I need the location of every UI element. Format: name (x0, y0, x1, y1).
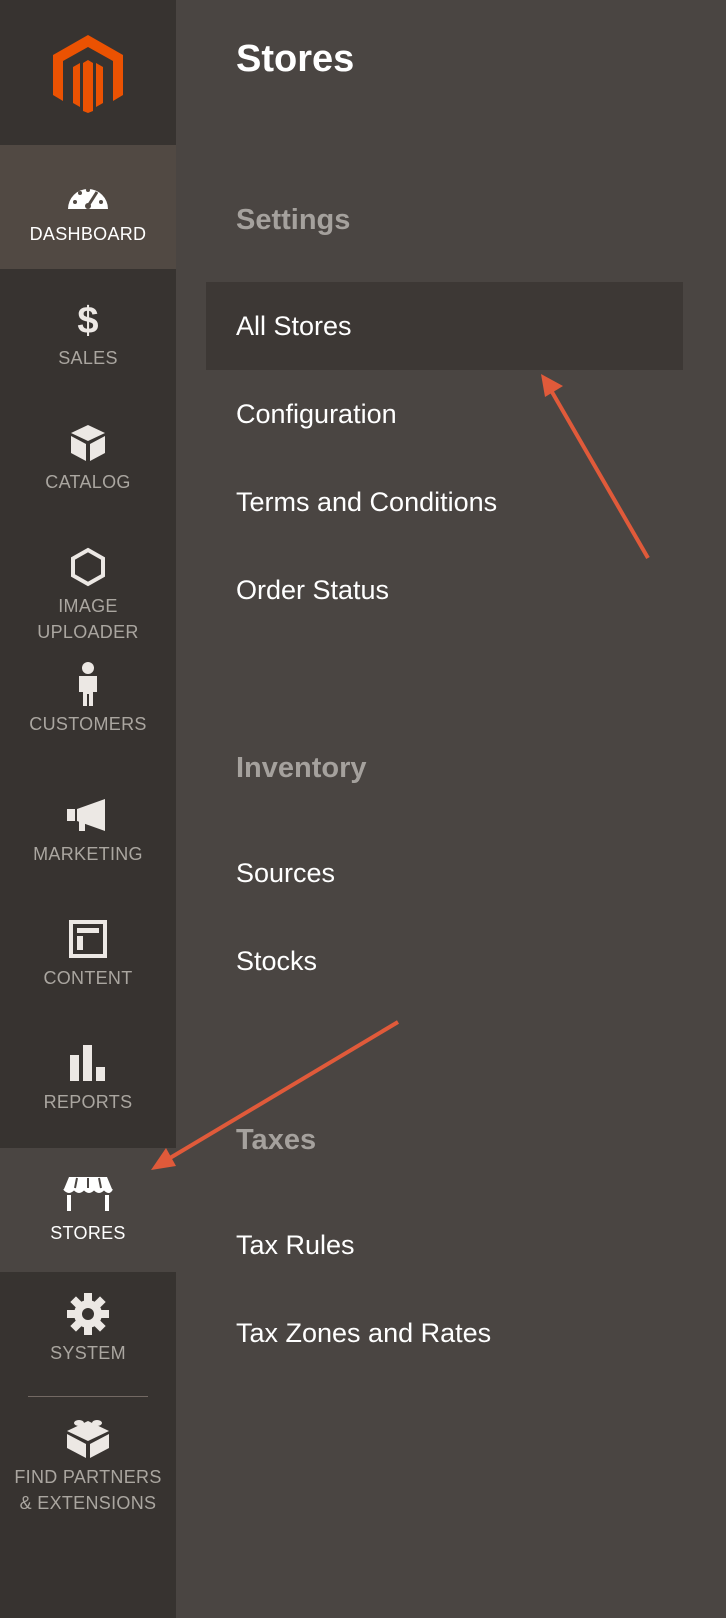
nav-label-find-partners-line2: & EXTENSIONS (19, 1493, 157, 1513)
nav-item-stores[interactable]: STORES (0, 1148, 176, 1272)
menu-link-stocks[interactable]: Stocks (236, 946, 317, 977)
nav-label-marketing: MARKETING (33, 844, 143, 864)
nav-item-customers[interactable]: CUSTOMERS (0, 641, 176, 765)
nav-label-image-uploader-line1: IMAGE (58, 596, 118, 616)
nav-label-customers: CUSTOMERS (29, 714, 147, 734)
nav-label-catalog: CATALOG (45, 472, 131, 492)
layout-icon (68, 920, 108, 958)
nav-item-sales[interactable]: $ SALES (0, 269, 176, 393)
nav-label-content: CONTENT (43, 968, 133, 988)
magento-logo-icon (53, 34, 123, 113)
blocks-icon (65, 1420, 111, 1458)
nav-label-reports: REPORTS (43, 1092, 133, 1112)
panel-title: Stores (236, 38, 355, 80)
section-title-inventory: Inventory (236, 752, 367, 784)
menu-link-tax-zones-and-rates[interactable]: Tax Zones and Rates (236, 1318, 491, 1349)
menu-link-tax-rules[interactable]: Tax Rules (236, 1230, 355, 1261)
dashboard-icon (65, 177, 111, 213)
menu-link-order-status[interactable]: Order Status (236, 575, 389, 606)
person-icon (75, 662, 101, 706)
gear-icon (66, 1293, 110, 1335)
nav-item-find-partners[interactable]: FIND PARTNERS & EXTENSIONS (0, 1400, 176, 1550)
svg-text:$: $ (77, 300, 98, 339)
menu-link-all-stores[interactable]: All Stores (236, 311, 352, 342)
bar-chart-icon (68, 1045, 108, 1081)
box-icon (69, 425, 107, 461)
hexagon-icon (70, 547, 106, 587)
megaphone-icon (65, 797, 111, 833)
sidebar-divider (28, 1396, 148, 1397)
nav-label-find-partners: FIND PARTNERS & EXTENSIONS (14, 1464, 161, 1516)
nav-item-marketing[interactable]: MARKETING (0, 765, 176, 889)
magento-logo[interactable] (0, 0, 176, 145)
nav-label-image-uploader: IMAGE UPLOADER (37, 593, 138, 645)
nav-item-content[interactable]: CONTENT (0, 889, 176, 1013)
nav-item-reports[interactable]: REPORTS (0, 1013, 176, 1137)
menu-link-configuration[interactable]: Configuration (236, 399, 397, 430)
storefront-icon (63, 1176, 113, 1212)
nav-item-catalog[interactable]: CATALOG (0, 393, 176, 517)
section-title-taxes: Taxes (236, 1124, 317, 1156)
nav-label-stores: STORES (50, 1223, 126, 1243)
nav-item-image-uploader[interactable]: IMAGE UPLOADER (0, 517, 176, 642)
admin-sidebar: DASHBOARD $ SALES CATALOG IMAGE UPLOADER… (0, 0, 176, 1618)
dollar-icon: $ (73, 300, 103, 339)
nav-label-find-partners-line1: FIND PARTNERS (14, 1467, 162, 1487)
nav-label-sales: SALES (58, 348, 118, 368)
nav-label-system: SYSTEM (50, 1343, 126, 1363)
nav-label-dashboard: DASHBOARD (29, 224, 147, 244)
nav-item-dashboard[interactable]: DASHBOARD (0, 145, 176, 269)
nav-item-system[interactable]: SYSTEM (0, 1272, 176, 1396)
menu-link-terms-and-conditions[interactable]: Terms and Conditions (236, 487, 497, 518)
menu-link-sources[interactable]: Sources (236, 858, 335, 889)
stores-submenu-panel (176, 0, 726, 1618)
section-title-settings: Settings (236, 204, 351, 236)
